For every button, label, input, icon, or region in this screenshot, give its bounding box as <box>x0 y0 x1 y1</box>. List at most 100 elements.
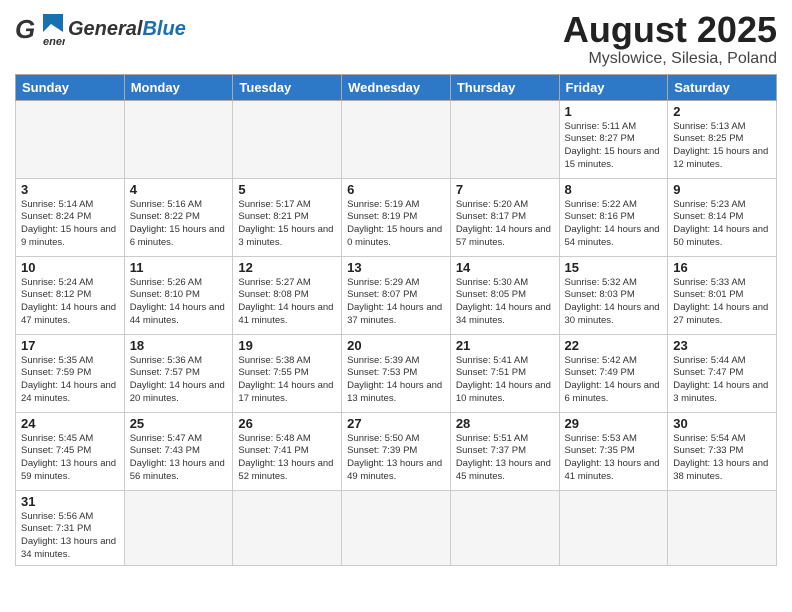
day-info: Sunrise: 5:39 AM Sunset: 7:53 PM Dayligh… <box>347 355 445 406</box>
day-info: Sunrise: 5:33 AM Sunset: 8:01 PM Dayligh… <box>673 277 771 328</box>
calendar-cell <box>450 100 559 178</box>
calendar-row-2: 3 Sunrise: 5:14 AM Sunset: 8:24 PM Daylig… <box>16 178 777 256</box>
day-info: Sunrise: 5:23 AM Sunset: 8:14 PM Dayligh… <box>673 199 771 250</box>
calendar-cell: 8 Sunrise: 5:22 AM Sunset: 8:16 PM Daylig… <box>559 178 668 256</box>
calendar-body: 1Sunrise: 5:11 AM Sunset: 8:27 PM Daylig… <box>16 100 777 565</box>
day-info: Sunrise: 5:30 AM Sunset: 8:05 PM Dayligh… <box>456 277 554 328</box>
day-number: 3 <box>21 182 119 197</box>
calendar-cell: 27Sunrise: 5:50 AM Sunset: 7:39 PM Dayli… <box>342 412 451 490</box>
day-number: 11 <box>130 260 228 275</box>
month-title: August 2025 <box>563 10 777 50</box>
calendar-cell <box>342 100 451 178</box>
day-number: 18 <box>130 338 228 353</box>
calendar-cell <box>342 490 451 565</box>
weekday-header-row: Sunday Monday Tuesday Wednesday Thursday… <box>16 74 777 100</box>
calendar-cell: 22Sunrise: 5:42 AM Sunset: 7:49 PM Dayli… <box>559 334 668 412</box>
day-number: 12 <box>238 260 336 275</box>
logo-icon: G eneral <box>15 10 65 48</box>
day-info: Sunrise: 5:14 AM Sunset: 8:24 PM Dayligh… <box>21 199 119 250</box>
day-number: 13 <box>347 260 445 275</box>
header-saturday: Saturday <box>668 74 777 100</box>
day-number: 2 <box>673 104 771 119</box>
day-number: 4 <box>130 182 228 197</box>
calendar-cell: 2Sunrise: 5:13 AM Sunset: 8:25 PM Daylig… <box>668 100 777 178</box>
calendar-cell: 20 Sunrise: 5:39 AM Sunset: 7:53 PM Dayli… <box>342 334 451 412</box>
calendar-cell: 30 Sunrise: 5:54 AM Sunset: 7:33 PM Dayli… <box>668 412 777 490</box>
calendar-row-1: 1Sunrise: 5:11 AM Sunset: 8:27 PM Daylig… <box>16 100 777 178</box>
logo-general: GeneralBlue <box>68 19 186 39</box>
calendar-cell: 26Sunrise: 5:48 AM Sunset: 7:41 PM Dayli… <box>233 412 342 490</box>
day-info: Sunrise: 5:42 AM Sunset: 7:49 PM Dayligh… <box>565 355 663 406</box>
day-info: Sunrise: 5:26 AM Sunset: 8:10 PM Dayligh… <box>130 277 228 328</box>
day-info: Sunrise: 5:11 AM Sunset: 8:27 PM Dayligh… <box>565 121 663 172</box>
day-info: Sunrise: 5:20 AM Sunset: 8:17 PM Dayligh… <box>456 199 554 250</box>
calendar-cell <box>124 100 233 178</box>
calendar-cell: 21Sunrise: 5:41 AM Sunset: 7:51 PM Dayli… <box>450 334 559 412</box>
day-number: 7 <box>456 182 554 197</box>
calendar-cell: 13 Sunrise: 5:29 AM Sunset: 8:07 PM Dayli… <box>342 256 451 334</box>
day-number: 20 <box>347 338 445 353</box>
header-monday: Monday <box>124 74 233 100</box>
calendar-row-4: 17 Sunrise: 5:35 AM Sunset: 7:59 PM Dayli… <box>16 334 777 412</box>
day-number: 5 <box>238 182 336 197</box>
header-thursday: Thursday <box>450 74 559 100</box>
day-info: Sunrise: 5:36 AM Sunset: 7:57 PM Dayligh… <box>130 355 228 406</box>
day-number: 24 <box>21 416 119 431</box>
calendar-cell: 6 Sunrise: 5:19 AM Sunset: 8:19 PM Daylig… <box>342 178 451 256</box>
header-tuesday: Tuesday <box>233 74 342 100</box>
calendar-cell: 11 Sunrise: 5:26 AM Sunset: 8:10 PM Dayli… <box>124 256 233 334</box>
calendar-cell: 19Sunrise: 5:38 AM Sunset: 7:55 PM Dayli… <box>233 334 342 412</box>
calendar-cell <box>124 490 233 565</box>
day-number: 14 <box>456 260 554 275</box>
day-number: 17 <box>21 338 119 353</box>
day-number: 8 <box>565 182 663 197</box>
logo: G eneral GeneralBlue <box>15 10 186 48</box>
day-info: Sunrise: 5:19 AM Sunset: 8:19 PM Dayligh… <box>347 199 445 250</box>
day-info: Sunrise: 5:29 AM Sunset: 8:07 PM Dayligh… <box>347 277 445 328</box>
day-info: Sunrise: 5:38 AM Sunset: 7:55 PM Dayligh… <box>238 355 336 406</box>
day-info: Sunrise: 5:53 AM Sunset: 7:35 PM Dayligh… <box>565 433 663 484</box>
svg-text:eneral: eneral <box>43 36 65 48</box>
calendar-cell <box>233 100 342 178</box>
day-info: Sunrise: 5:51 AM Sunset: 7:37 PM Dayligh… <box>456 433 554 484</box>
calendar-cell: 4Sunrise: 5:16 AM Sunset: 8:22 PM Daylig… <box>124 178 233 256</box>
day-info: Sunrise: 5:35 AM Sunset: 7:59 PM Dayligh… <box>21 355 119 406</box>
calendar-cell <box>559 490 668 565</box>
day-info: Sunrise: 5:48 AM Sunset: 7:41 PM Dayligh… <box>238 433 336 484</box>
day-number: 10 <box>21 260 119 275</box>
day-number: 31 <box>21 494 119 509</box>
calendar-cell: 7 Sunrise: 5:20 AM Sunset: 8:17 PM Daylig… <box>450 178 559 256</box>
day-number: 25 <box>130 416 228 431</box>
header-friday: Friday <box>559 74 668 100</box>
calendar-cell: 10Sunrise: 5:24 AM Sunset: 8:12 PM Dayli… <box>16 256 125 334</box>
day-info: Sunrise: 5:17 AM Sunset: 8:21 PM Dayligh… <box>238 199 336 250</box>
calendar: Sunday Monday Tuesday Wednesday Thursday… <box>15 74 777 566</box>
logo-area: G eneral GeneralBlue <box>15 10 186 48</box>
calendar-cell: 25Sunrise: 5:47 AM Sunset: 7:43 PM Dayli… <box>124 412 233 490</box>
logo-blue: Blue <box>142 18 185 40</box>
location-title: Myslowice, Silesia, Poland <box>563 50 777 68</box>
day-info: Sunrise: 5:22 AM Sunset: 8:16 PM Dayligh… <box>565 199 663 250</box>
calendar-row-3: 10Sunrise: 5:24 AM Sunset: 8:12 PM Dayli… <box>16 256 777 334</box>
calendar-cell: 29Sunrise: 5:53 AM Sunset: 7:35 PM Dayli… <box>559 412 668 490</box>
header-sunday: Sunday <box>16 74 125 100</box>
calendar-cell: 15Sunrise: 5:32 AM Sunset: 8:03 PM Dayli… <box>559 256 668 334</box>
title-area: August 2025 Myslowice, Silesia, Poland <box>563 10 777 68</box>
day-info: Sunrise: 5:54 AM Sunset: 7:33 PM Dayligh… <box>673 433 771 484</box>
calendar-cell <box>16 100 125 178</box>
calendar-cell <box>233 490 342 565</box>
calendar-cell <box>450 490 559 565</box>
day-number: 28 <box>456 416 554 431</box>
calendar-cell: 1Sunrise: 5:11 AM Sunset: 8:27 PM Daylig… <box>559 100 668 178</box>
day-info: Sunrise: 5:27 AM Sunset: 8:08 PM Dayligh… <box>238 277 336 328</box>
day-number: 30 <box>673 416 771 431</box>
day-info: Sunrise: 5:56 AM Sunset: 7:31 PM Dayligh… <box>21 511 119 562</box>
calendar-cell: 9Sunrise: 5:23 AM Sunset: 8:14 PM Daylig… <box>668 178 777 256</box>
header: G eneral GeneralBlue August 2025 Myslowi… <box>15 10 777 68</box>
day-info: Sunrise: 5:44 AM Sunset: 7:47 PM Dayligh… <box>673 355 771 406</box>
calendar-cell: 18 Sunrise: 5:36 AM Sunset: 7:57 PM Dayli… <box>124 334 233 412</box>
day-number: 6 <box>347 182 445 197</box>
calendar-row-5: 24Sunrise: 5:45 AM Sunset: 7:45 PM Dayli… <box>16 412 777 490</box>
calendar-cell: 17 Sunrise: 5:35 AM Sunset: 7:59 PM Dayli… <box>16 334 125 412</box>
svg-text:G: G <box>15 14 35 44</box>
